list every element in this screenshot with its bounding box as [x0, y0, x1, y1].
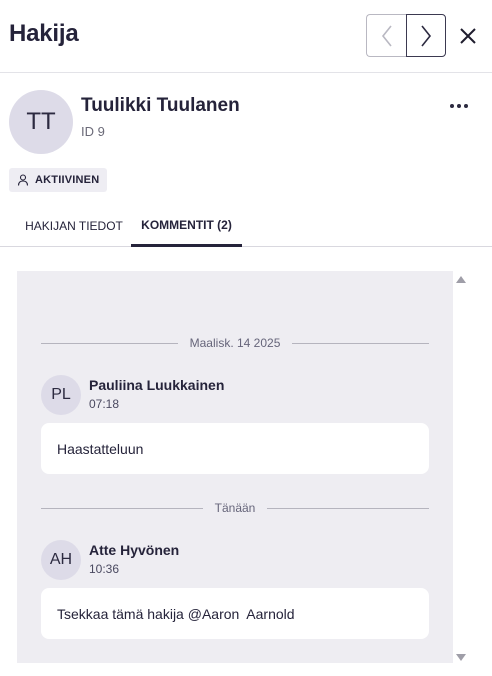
date-label: Maalisk. 14 2025: [189, 336, 281, 350]
comment-time: 07:18: [89, 397, 120, 411]
applicant-name: Tuulikki Tuulanen: [81, 95, 240, 116]
date-separator: Maalisk. 14 2025: [41, 335, 430, 351]
date-separator: Tänään: [41, 500, 430, 516]
record-navigation: [366, 14, 446, 57]
panel-header: Hakija: [0, 0, 492, 73]
tab-comments[interactable]: KOMMENTIT (2): [131, 205, 242, 247]
next-button[interactable]: [406, 14, 446, 57]
tab-applicant-details[interactable]: HAKIJAN TIEDOT: [17, 205, 131, 247]
more-horizontal-icon: [450, 104, 454, 108]
applicant-id: ID 9: [81, 124, 105, 139]
tab-bar: HAKIJAN TIEDOT KOMMENTIT (2): [0, 205, 492, 247]
comment-author: Atte Hyvönen: [89, 542, 180, 558]
date-label: Tänään: [214, 501, 256, 515]
comment-avatar: PL: [41, 375, 81, 415]
applicant-avatar: TT: [9, 90, 73, 154]
comment-avatar: AH: [41, 540, 81, 580]
comment-author: Pauliina Luukkainen: [89, 377, 225, 393]
comment-text: Haastatteluun: [41, 423, 429, 474]
chevron-left-icon: [381, 25, 392, 46]
comment-text: Tsekkaa tämä hakija @Aaron Aarnold: [41, 588, 429, 639]
more-actions-button[interactable]: [446, 96, 472, 116]
comments-scrollbar[interactable]: [453, 271, 469, 663]
page-title: Hakija: [9, 20, 79, 47]
comments-list[interactable]: Maalisk. 14 2025 PL Pauliina Luukkainen …: [17, 271, 453, 663]
comment-time: 10:36: [89, 562, 120, 576]
status-badge: AKTIIVINEN: [9, 168, 108, 192]
scroll-down-icon[interactable]: [456, 654, 466, 661]
chevron-right-icon: [421, 25, 432, 46]
close-button[interactable]: [456, 24, 480, 48]
close-icon: [460, 28, 476, 44]
person-icon: [17, 174, 29, 186]
scroll-up-icon[interactable]: [456, 276, 466, 283]
status-label: AKTIIVINEN: [35, 174, 100, 186]
previous-button[interactable]: [366, 14, 406, 57]
